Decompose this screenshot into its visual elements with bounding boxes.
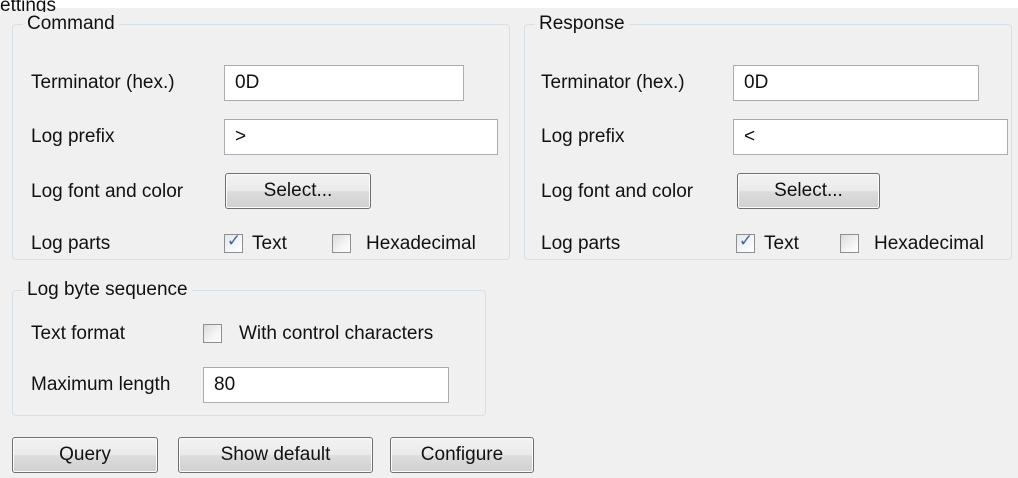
log-byte-sequence-title: Log byte sequence <box>23 278 192 302</box>
command-log-parts-label: Log parts <box>31 233 111 254</box>
command-log-prefix-input[interactable]: > <box>224 119 498 155</box>
command-font-color-label: Log font and color <box>31 181 184 202</box>
response-text-checkbox[interactable]: ✓ <box>736 231 755 253</box>
command-text-checkbox-label: Text <box>252 233 287 254</box>
response-hex-checkbox[interactable] <box>840 234 859 253</box>
command-log-prefix-label: Log prefix <box>31 126 115 147</box>
check-icon: ✓ <box>738 231 754 250</box>
maximum-length-input[interactable]: 80 <box>203 367 449 403</box>
response-log-parts-label: Log parts <box>541 233 621 254</box>
show-default-button[interactable]: Show default <box>178 437 373 473</box>
response-font-color-label: Log font and color <box>541 181 694 202</box>
response-terminator-label: Terminator (hex.) <box>541 72 685 93</box>
command-hex-checkbox[interactable] <box>332 234 351 253</box>
command-group-title: Command <box>23 12 119 36</box>
response-text-checkbox-row[interactable]: ✓ Text <box>736 232 836 256</box>
log-byte-sequence-group: Log byte sequence Text format With contr… <box>12 278 486 416</box>
response-terminator-input[interactable]: 0D <box>733 65 979 101</box>
command-text-checkbox[interactable]: ✓ <box>224 231 243 253</box>
response-group: Response Terminator (hex.) 0D Log prefix… <box>524 12 1012 260</box>
command-terminator-input[interactable]: 0D <box>224 65 464 101</box>
response-log-prefix-label: Log prefix <box>541 126 625 147</box>
command-text-checkbox-row[interactable]: ✓ Text <box>224 232 324 256</box>
command-hex-checkbox-row[interactable]: Hexadecimal <box>332 232 502 256</box>
response-select-font-button[interactable]: Select... <box>737 173 880 209</box>
query-button[interactable]: Query <box>12 437 158 473</box>
response-log-prefix-input[interactable]: < <box>733 119 1008 155</box>
configure-button[interactable]: Configure <box>390 437 534 473</box>
response-hex-checkbox-row[interactable]: Hexadecimal <box>840 232 1010 256</box>
settings-panel: ettings Command Terminator (hex.) 0D Log… <box>0 0 1018 478</box>
response-hex-checkbox-label: Hexadecimal <box>874 233 984 254</box>
response-group-title: Response <box>535 12 629 36</box>
control-chars-checkbox[interactable] <box>203 324 222 343</box>
check-icon: ✓ <box>226 231 242 250</box>
text-format-label: Text format <box>31 323 125 344</box>
response-text-checkbox-label: Text <box>764 233 799 254</box>
control-chars-checkbox-label: With control characters <box>239 323 434 344</box>
command-hex-checkbox-label: Hexadecimal <box>366 233 476 254</box>
command-select-font-button[interactable]: Select... <box>225 173 371 209</box>
control-chars-checkbox-row[interactable]: With control characters <box>203 322 473 346</box>
command-terminator-label: Terminator (hex.) <box>31 72 175 93</box>
command-group: Command Terminator (hex.) 0D Log prefix … <box>12 12 510 260</box>
maximum-length-label: Maximum length <box>31 374 171 395</box>
